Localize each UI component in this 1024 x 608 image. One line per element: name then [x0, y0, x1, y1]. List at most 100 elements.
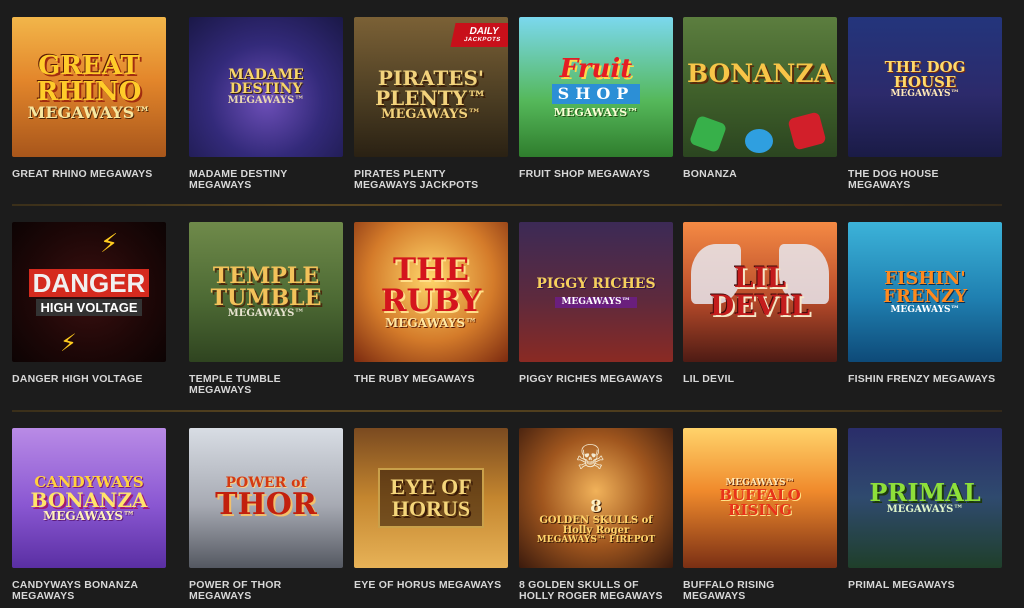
game-tile-pirates-plenty-megaways-jackpots[interactable]: DAILY JACKPOTS PIRATES' PLENTY™ MEGAWAYS…: [354, 17, 508, 191]
logo-line: BONANZA: [686, 58, 834, 88]
game-tile-primal-megaways[interactable]: PRIMAL MEGAWAYS™ PRIMAL MEGAWAYS: [848, 428, 1002, 591]
game-thumbnail[interactable]: MEGAWAYS™ BUFFALO RISING: [683, 428, 837, 568]
game-thumbnail[interactable]: Fruit SHOP MEGAWAYS™: [519, 17, 673, 157]
game-title[interactable]: BONANZA: [683, 169, 833, 180]
logo-line: MEGAWAYS™ FIREPOT: [536, 535, 656, 545]
game-thumbnail[interactable]: THE DOG HOUSE MEGAWAYS™: [848, 17, 1002, 157]
game-row-2: ⚡ ⚡ DANGER HIGH VOLTAGE DANGER HIGH VOLT…: [0, 222, 1024, 417]
game-tile-fruit-shop-megaways[interactable]: Fruit SHOP MEGAWAYS™ FRUIT SHOP MEGAWAYS: [519, 17, 673, 180]
game-tile-power-of-thor-megaways[interactable]: POWER of THOR POWER OF THOR MEGAWAYS: [189, 428, 343, 602]
badge-sublabel: JACKPOTS: [463, 37, 502, 43]
game-thumbnail[interactable]: CANDYWAYS BONANZA MEGAWAYS™: [12, 428, 166, 568]
logo-line: FRENZY: [883, 285, 967, 307]
logo-line: RHINO: [36, 77, 142, 107]
logo-line: BUFFALO RISING: [719, 485, 801, 519]
game-tile-fishin-frenzy-megaways[interactable]: FISHIN' FRENZY MEGAWAYS™ FISHIN FRENZY M…: [848, 222, 1002, 385]
game-title[interactable]: POWER OF THOR MEGAWAYS: [189, 580, 339, 602]
game-thumbnail[interactable]: EYE OF HORUS: [354, 428, 508, 568]
logo-line: FISHIN': [884, 267, 966, 289]
logo-line: Fruit: [559, 54, 633, 84]
game-thumbnail[interactable]: DAILY JACKPOTS PIRATES' PLENTY™ MEGAWAYS…: [354, 17, 508, 157]
game-tile-danger-high-voltage[interactable]: ⚡ ⚡ DANGER HIGH VOLTAGE DANGER HIGH VOLT…: [12, 222, 166, 385]
game-logo: GREAT RHINO MEGAWAYS™: [22, 53, 157, 121]
game-logo: TEMPLE TUMBLE MEGAWAYS™: [205, 265, 328, 319]
logo-line: THOR: [215, 487, 317, 522]
logo-line: MEGAWAYS™: [555, 296, 637, 308]
game-thumbnail[interactable]: ⚡ ⚡ DANGER HIGH VOLTAGE: [12, 222, 166, 362]
game-title[interactable]: THE RUBY MEGAWAYS: [354, 374, 504, 385]
game-tile-8-golden-skulls-of-holly-roger-megaways[interactable]: ☠ 8 GOLDEN SKULLS of Holly Roger MEGAWAY…: [519, 428, 673, 602]
logo-line: TUMBLE: [210, 285, 322, 311]
game-tile-the-dog-house-megaways[interactable]: THE DOG HOUSE MEGAWAYS™ THE DOG HOUSE ME…: [848, 17, 1002, 191]
logo-line: PLENTY™: [375, 85, 487, 110]
game-title[interactable]: MADAME DESTINY MEGAWAYS: [189, 169, 339, 191]
game-title[interactable]: CANDYWAYS BONANZA MEGAWAYS: [12, 580, 162, 602]
logo-line: BONANZA: [30, 487, 148, 512]
game-tile-temple-tumble-megaways[interactable]: TEMPLE TUMBLE MEGAWAYS™ TEMPLE TUMBLE ME…: [189, 222, 343, 396]
game-tile-great-rhino-megaways[interactable]: GREAT RHINO MEGAWAYS™ GREAT RHINO MEGAWA…: [12, 17, 166, 180]
game-thumbnail[interactable]: ☠ 8 GOLDEN SKULLS of Holly Roger MEGAWAY…: [519, 428, 673, 568]
game-logo: PIRATES' PLENTY™ MEGAWAYS™: [369, 68, 493, 121]
game-tile-the-ruby-megaways[interactable]: THE RUBY MEGAWAYS™ THE RUBY MEGAWAYS: [354, 222, 508, 385]
game-thumbnail[interactable]: FISHIN' FRENZY MEGAWAYS™: [848, 222, 1002, 362]
game-thumbnail[interactable]: THE RUBY MEGAWAYS™: [354, 222, 508, 362]
game-thumbnail[interactable]: BONANZA: [683, 17, 837, 157]
game-tile-eye-of-horus-megaways[interactable]: EYE OF HORUS EYE OF HORUS MEGAWAYS: [354, 428, 508, 591]
logo-line: MEGAWAYS™: [890, 88, 960, 99]
game-thumbnail[interactable]: PRIMAL MEGAWAYS™: [848, 428, 1002, 568]
lightning-bolt-icon: ⚡: [100, 228, 119, 258]
badge-label: DAILY: [468, 26, 501, 37]
logo-line: PIGGY RICHES: [536, 275, 656, 292]
logo-line: HORUS: [391, 496, 471, 521]
game-title[interactable]: 8 GOLDEN SKULLS OF HOLLY ROGER MEGAWAYS: [519, 580, 669, 602]
logo-line: SHOP: [551, 84, 641, 104]
game-title[interactable]: THE DOG HOUSE MEGAWAYS: [848, 169, 998, 191]
row-divider: [12, 204, 1002, 206]
game-title[interactable]: LIL DEVIL: [683, 374, 833, 385]
game-row-1: GREAT RHINO MEGAWAYS™ GREAT RHINO MEGAWA…: [0, 17, 1024, 212]
logo-line: LIL DEVIL: [709, 261, 811, 322]
logo-line: RUBY: [380, 283, 482, 319]
game-tile-madame-destiny-megaways[interactable]: MADAME DESTINY MEGAWAYS™ MADAME DESTINY …: [189, 17, 343, 191]
game-title[interactable]: PRIMAL MEGAWAYS: [848, 580, 998, 591]
game-tile-piggy-riches-megaways[interactable]: PIGGY RICHES MEGAWAYS™ PIGGY RICHES MEGA…: [519, 222, 673, 385]
game-lobby: GREAT RHINO MEGAWAYS™ GREAT RHINO MEGAWA…: [0, 0, 1024, 608]
game-title[interactable]: FISHIN FRENZY MEGAWAYS: [848, 374, 998, 385]
game-logo: POWER of THOR: [209, 476, 323, 520]
game-thumbnail[interactable]: POWER of THOR: [189, 428, 343, 568]
game-title[interactable]: FRUIT SHOP MEGAWAYS: [519, 169, 669, 180]
game-thumbnail[interactable]: LIL DEVIL: [683, 222, 837, 362]
game-thumbnail[interactable]: GREAT RHINO MEGAWAYS™: [12, 17, 166, 157]
game-thumbnail[interactable]: TEMPLE TUMBLE MEGAWAYS™: [189, 222, 343, 362]
game-title[interactable]: PIGGY RICHES MEGAWAYS: [519, 374, 669, 385]
skull-icon: ☠: [575, 439, 606, 477]
game-tile-buffalo-rising-megaways[interactable]: MEGAWAYS™ BUFFALO RISING BUFFALO RISING …: [683, 428, 837, 602]
game-title[interactable]: EYE OF HORUS MEGAWAYS: [354, 580, 504, 591]
logo-line: MEGAWAYS™: [553, 106, 639, 119]
game-title[interactable]: DANGER HIGH VOLTAGE: [12, 374, 162, 385]
logo-line: TEMPLE: [212, 263, 320, 289]
game-logo: Fruit SHOP MEGAWAYS™: [546, 56, 647, 118]
lightning-bolt-icon: ⚡: [60, 330, 77, 357]
game-logo: LIL DEVIL: [683, 264, 837, 320]
logo-line: MEGAWAYS™: [27, 103, 151, 122]
game-title[interactable]: GREAT RHINO MEGAWAYS: [12, 169, 162, 180]
game-logo: EYE OF HORUS: [378, 468, 484, 528]
game-tile-lil-devil[interactable]: LIL DEVIL LIL DEVIL: [683, 222, 837, 385]
game-thumbnail[interactable]: PIGGY RICHES MEGAWAYS™: [519, 222, 673, 362]
logo-line: PIRATES': [377, 65, 485, 90]
game-logo: PRIMAL MEGAWAYS™: [863, 481, 986, 515]
game-tile-bonanza[interactable]: BONANZA BONANZA: [683, 17, 837, 180]
logo-line: MEGAWAYS™: [42, 508, 136, 523]
game-logo: THE RUBY MEGAWAYS™: [375, 255, 488, 330]
game-logo: THE DOG HOUSE MEGAWAYS™: [848, 59, 1002, 99]
game-title[interactable]: TEMPLE TUMBLE MEGAWAYS: [189, 374, 339, 396]
game-thumbnail[interactable]: MADAME DESTINY MEGAWAYS™: [189, 17, 343, 157]
game-logo: MEGAWAYS™ BUFFALO RISING: [683, 478, 837, 519]
game-title[interactable]: BUFFALO RISING MEGAWAYS: [683, 580, 833, 602]
game-logo: MADAME DESTINY MEGAWAYS™: [189, 68, 343, 106]
game-title[interactable]: PIRATES PLENTY MEGAWAYS JACKPOTS: [354, 169, 504, 191]
gem-icon: [688, 114, 728, 154]
game-tile-candyways-bonanza-megaways[interactable]: CANDYWAYS BONANZA MEGAWAYS™ CANDYWAYS BO…: [12, 428, 166, 602]
row-divider: [12, 410, 1002, 412]
